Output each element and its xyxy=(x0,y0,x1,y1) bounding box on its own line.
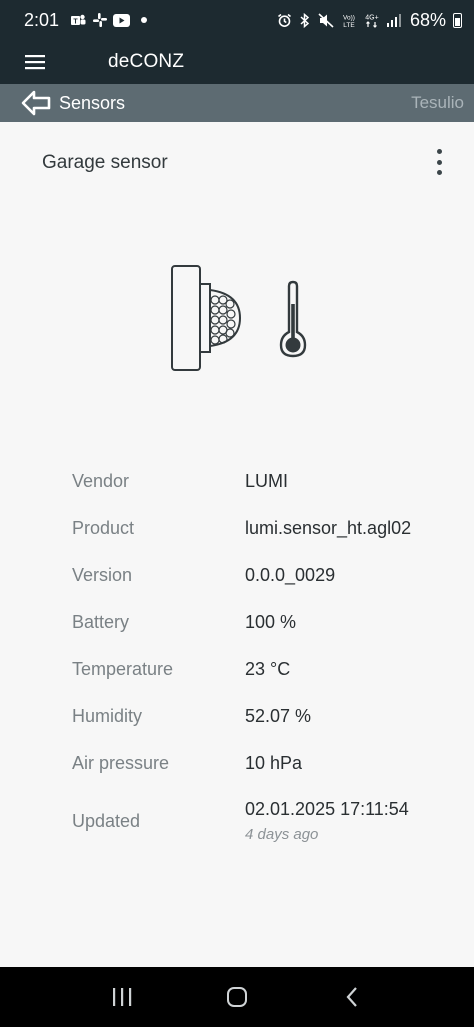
svg-text:T: T xyxy=(73,19,78,26)
detail-row-temperature: Temperature 23 °C xyxy=(72,646,452,693)
status-time: 2:01 xyxy=(24,9,60,30)
detail-value: lumi.sensor_ht.agl02 xyxy=(245,518,412,538)
more-dot-icon xyxy=(436,170,442,175)
system-icons: Vo)) LTE 4G+ 68% xyxy=(276,10,462,31)
more-dot-icon xyxy=(436,159,442,165)
teams-icon: T xyxy=(69,13,86,28)
updated-timestamp: 02.01.2025 17:11:54 xyxy=(245,799,409,819)
detail-row-battery: Battery 100 % xyxy=(72,599,452,646)
detail-row-product: Product lumi.sensor_ht.agl02 xyxy=(72,505,452,552)
status-bar: 2:01 T Vo)) LTE 4G+ 68% xyxy=(0,0,474,40)
detail-value: 0.0.0_0029 xyxy=(245,565,336,585)
bluetooth-icon xyxy=(297,12,314,28)
recent-apps-button[interactable] xyxy=(102,977,142,1017)
sensor-detail-panel: Garage sensor Vendor LUMI Product lumi.s… xyxy=(0,122,474,967)
detail-label: Product xyxy=(72,518,135,538)
more-options-button[interactable] xyxy=(425,146,453,178)
system-nav-bar xyxy=(0,967,474,1027)
detail-row-version: Version 0.0.0_0029 xyxy=(72,552,452,599)
alarm-icon xyxy=(276,13,293,28)
recent-apps-icon xyxy=(112,988,131,1006)
back-nav-button[interactable] xyxy=(332,977,372,1017)
signal-icon xyxy=(385,13,402,28)
menu-button[interactable] xyxy=(25,40,73,84)
back-button[interactable] xyxy=(18,84,54,122)
detail-row-air-pressure: Air pressure 10 hPa xyxy=(72,740,452,787)
detail-value: 52.07 % xyxy=(245,706,312,726)
thermometer-icon xyxy=(279,280,307,358)
youtube-icon xyxy=(113,13,131,28)
slack-icon xyxy=(91,13,108,28)
back-arrow-icon xyxy=(21,90,51,116)
more-dot-icon xyxy=(436,149,442,154)
notification-icons: T xyxy=(69,13,148,28)
battery-icon xyxy=(453,12,462,28)
motion-sensor-icon xyxy=(171,265,242,371)
4g-icon: 4G+ xyxy=(363,13,381,28)
sensor-details-list: Vendor LUMI Product lumi.sensor_ht.agl02… xyxy=(72,458,452,855)
more-notifications-dot-icon xyxy=(141,17,148,23)
detail-label: Battery xyxy=(72,612,130,632)
sensor-graphic xyxy=(168,264,318,381)
detail-label: Temperature xyxy=(72,659,174,679)
updated-relative-time: 4 days ago xyxy=(245,826,319,843)
detail-row-humidity: Humidity 52.07 % xyxy=(72,693,452,740)
breadcrumb: Sensors Tesulio xyxy=(0,84,474,122)
detail-label: Version xyxy=(72,565,133,585)
home-icon xyxy=(226,987,247,1007)
home-button[interactable] xyxy=(217,977,257,1017)
detail-value: 10 hPa xyxy=(245,753,303,773)
svg-text:4G+: 4G+ xyxy=(365,14,378,21)
detail-value: LUMI xyxy=(245,471,289,491)
app-bar: deCONZ xyxy=(0,40,474,84)
app-title: deCONZ xyxy=(108,51,185,72)
updated-values: 02.01.2025 17:11:54 4 days ago xyxy=(245,799,409,843)
breadcrumb-sensors-link[interactable]: Sensors xyxy=(59,93,125,114)
hamburger-icon xyxy=(25,55,45,70)
sensor-name: Garage sensor xyxy=(42,152,168,173)
detail-value: 23 °C xyxy=(245,659,291,679)
detail-label: Humidity xyxy=(72,706,143,726)
detail-label: Air pressure xyxy=(72,753,170,773)
detail-label: Updated xyxy=(72,810,141,831)
detail-value: 100 % xyxy=(245,612,297,632)
detail-row-updated: Updated 02.01.2025 17:11:54 4 days ago xyxy=(72,787,452,855)
svg-text:LTE: LTE xyxy=(343,22,355,28)
chevron-left-icon xyxy=(346,987,358,1007)
detail-label: Vendor xyxy=(72,471,130,491)
mute-icon xyxy=(318,12,335,28)
gateway-name: Tesulio xyxy=(411,93,464,112)
battery-percentage: 68% xyxy=(409,9,446,30)
volte-icon: Vo)) LTE xyxy=(339,13,359,28)
detail-row-vendor: Vendor LUMI xyxy=(72,458,452,505)
svg-text:Vo)): Vo)) xyxy=(343,14,355,21)
